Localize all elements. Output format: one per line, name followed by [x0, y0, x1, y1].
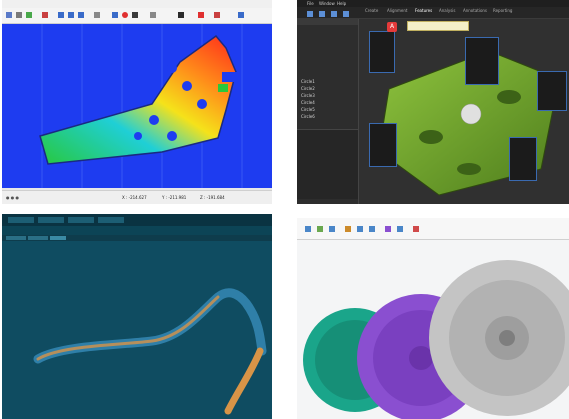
tab-1[interactable]	[8, 217, 34, 223]
view-top-icon[interactable]	[68, 12, 74, 18]
tab-annotations[interactable]: Annotations	[463, 8, 487, 13]
tab-create[interactable]: Create	[365, 8, 378, 13]
alert-icon[interactable]	[198, 12, 204, 18]
subtab-3[interactable]	[50, 236, 66, 240]
3d-viewport[interactable]: A	[359, 19, 569, 204]
title-bar	[297, 211, 569, 218]
record-icon[interactable]	[42, 12, 48, 18]
tab-analysis[interactable]: Analysis	[439, 8, 455, 13]
selected-tab-badge[interactable]: A	[387, 22, 397, 32]
toolbar: Create Alignment Features Analysis Annot…	[297, 7, 569, 19]
measure-icon[interactable]	[369, 226, 375, 232]
circle-tool-icon[interactable]	[331, 11, 337, 17]
measure-icon[interactable]	[94, 12, 100, 18]
tree-item-circle6[interactable]: Circle6	[301, 114, 315, 119]
section-icon[interactable]	[357, 226, 363, 232]
report-icon[interactable]	[397, 226, 403, 232]
tab-features[interactable]: Features	[415, 8, 432, 13]
line-tool-icon[interactable]	[307, 11, 313, 17]
compare-icon[interactable]	[345, 226, 351, 232]
circle-info-panel	[369, 123, 397, 167]
menu-bar	[2, 0, 272, 8]
circle-info-panel	[369, 31, 395, 73]
coord-z: Z : -191.684	[200, 195, 225, 200]
tab-reporting[interactable]: Reporting	[493, 8, 512, 13]
tab-3[interactable]	[68, 217, 94, 223]
align-icon[interactable]	[329, 226, 335, 232]
view-front-icon[interactable]	[58, 12, 64, 18]
tooltip	[407, 21, 469, 31]
export-icon[interactable]	[413, 226, 419, 232]
tube-app-window	[2, 214, 272, 419]
toolbar	[2, 8, 272, 24]
feature-icon[interactable]	[385, 226, 391, 232]
tree-item-circle3[interactable]: Circle3	[301, 93, 315, 98]
turbine-app-window	[297, 211, 569, 419]
settings-icon[interactable]	[150, 12, 156, 18]
subtab-1[interactable]	[6, 236, 26, 240]
ribbon-toolbar	[297, 218, 569, 240]
undo-icon[interactable]	[26, 12, 32, 18]
tab-4[interactable]	[98, 217, 124, 223]
3d-viewport[interactable]	[2, 241, 272, 419]
menu-bar: File Window Help	[297, 0, 569, 7]
zoom-icon[interactable]	[112, 12, 118, 18]
tube-model	[33, 288, 267, 415]
delete-icon[interactable]	[214, 12, 220, 18]
circle-info-panel	[465, 37, 499, 85]
tab-alignment[interactable]: Alignment	[387, 8, 408, 13]
help-icon[interactable]	[238, 12, 244, 18]
tree-item-circle5[interactable]: Circle5	[301, 107, 315, 112]
scanned-part	[39, 34, 237, 165]
open-icon[interactable]	[6, 12, 12, 18]
save-icon[interactable]	[16, 12, 22, 18]
cylinder-tool-icon[interactable]	[343, 11, 349, 17]
stop-icon[interactable]	[122, 12, 128, 18]
menu-help[interactable]: Help	[337, 1, 346, 6]
3d-viewport[interactable]	[2, 24, 272, 188]
status-bar: ● ● ● X : -214.627 Y : -211.981 Z : -191…	[2, 190, 272, 204]
tree-panel: Circle1 Circle2 Circle3 Circle4 Circle5 …	[297, 19, 359, 204]
camera-icon[interactable]	[178, 12, 184, 18]
turbine-wheels	[303, 260, 569, 419]
grid-icon[interactable]	[132, 12, 138, 18]
subtab-2[interactable]	[28, 236, 48, 240]
circle-info-panel	[537, 71, 567, 111]
menu-file[interactable]: File	[307, 1, 314, 6]
mesh-icon[interactable]	[317, 226, 323, 232]
deviation-map	[39, 24, 243, 188]
tree-item-circle2[interactable]: Circle2	[301, 86, 315, 91]
select-icon[interactable]	[305, 226, 311, 232]
3d-viewport[interactable]	[297, 240, 569, 419]
top-tab-bar	[2, 214, 272, 226]
circle-info-panel	[509, 137, 537, 181]
metrology-app-window: ● ● ● X : -214.627 Y : -211.981 Z : -191…	[2, 0, 272, 204]
coord-x: X : -214.627	[122, 195, 147, 200]
tab-2[interactable]	[38, 217, 64, 223]
coord-y: Y : -211.981	[162, 195, 187, 200]
status-label: ● ● ●	[6, 195, 20, 200]
menu-window[interactable]: Window	[319, 1, 335, 6]
inspection-app-window: File Window Help Create Alignment Featur…	[297, 0, 569, 204]
tree-item-circle4[interactable]: Circle4	[301, 100, 315, 105]
view-side-icon[interactable]	[78, 12, 84, 18]
plane-tool-icon[interactable]	[319, 11, 325, 17]
tree-item-circle1[interactable]: Circle1	[301, 79, 315, 84]
